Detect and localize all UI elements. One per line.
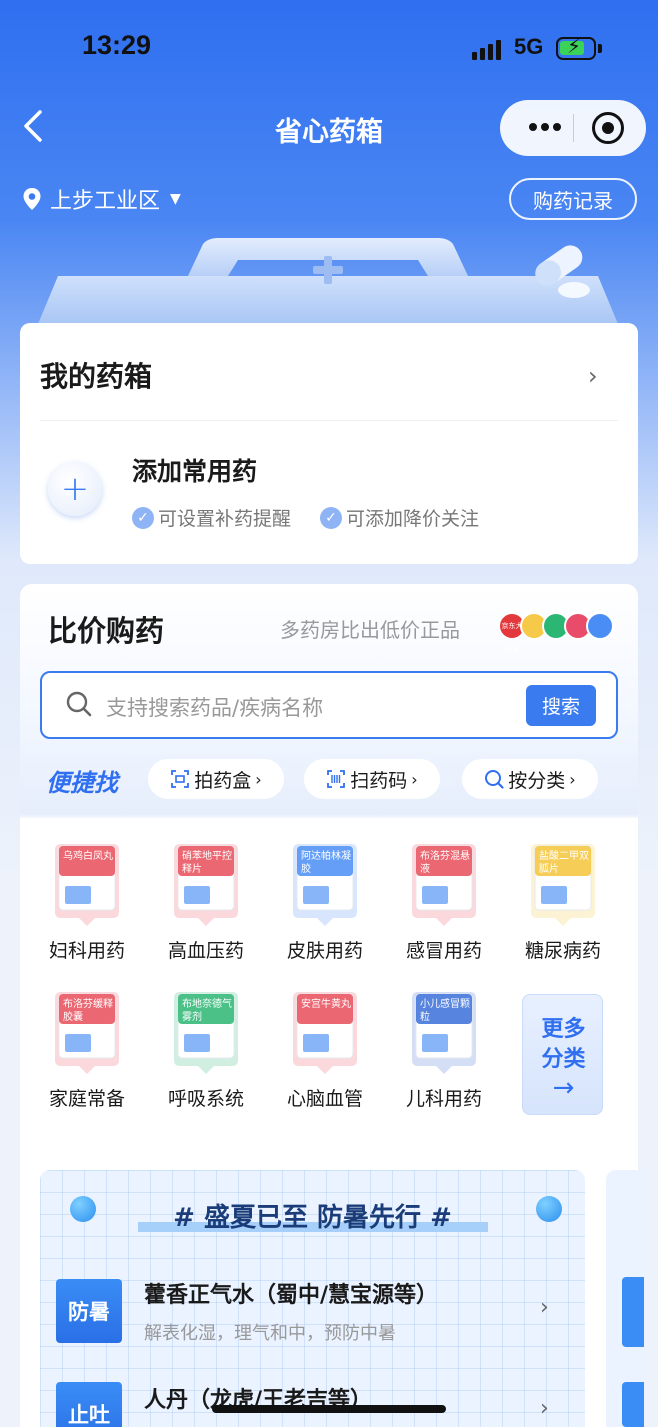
category-item[interactable]: 布洛芬缓释胶囊 家庭常备: [32, 990, 142, 1111]
chevron-right-icon[interactable]: ›: [588, 362, 598, 390]
category-item[interactable]: 盐酸二甲双胍片 糖尿病药: [508, 842, 618, 963]
pharmacy-logos: 京东大药房: [498, 612, 614, 654]
product-name: 藿香正气水（蜀中/慧宝源等）: [144, 1283, 439, 1308]
chevron-right-icon: ›: [540, 1295, 549, 1320]
more-categories-line1: 更多: [541, 1017, 586, 1042]
medicine-box-icon: 布地奈德气雾剂: [168, 990, 244, 1076]
chevron-right-icon: ›: [569, 769, 576, 789]
add-medicine-button[interactable]: +: [48, 462, 102, 516]
category-label: 皮肤用药: [286, 940, 363, 962]
search-placeholder: 支持搜索药品/疾病名称: [106, 696, 324, 720]
box-label: 小儿感冒颗粒: [420, 999, 470, 1023]
medicine-box-icon: 乌鸡白凤丸: [49, 842, 125, 928]
box-label: 阿达帕林凝胶: [301, 851, 351, 875]
search-button[interactable]: 搜索: [526, 685, 596, 726]
more-categories-line2: 分类: [541, 1047, 586, 1072]
more-categories-button[interactable]: 更多 分类 →: [522, 994, 603, 1115]
capsule-divider: [573, 114, 574, 142]
promo-title: # 盛夏已至 防暑先行 #: [173, 1203, 452, 1233]
battery-tip: [598, 44, 602, 53]
purchase-records-button[interactable]: 购药记录: [509, 178, 637, 220]
chevron-right-icon: ›: [255, 769, 262, 789]
category-label: 心脑血管: [286, 1088, 363, 1110]
box-label: 乌鸡白凤丸: [63, 851, 113, 862]
medicine-box-icon: 安宫牛黄丸: [287, 990, 363, 1076]
medicine-box-icon: 布洛芬缓释胶囊: [49, 990, 125, 1076]
medicine-box-icon: 布洛芬混悬液: [406, 842, 482, 928]
close-miniprogram-button[interactable]: [592, 112, 624, 144]
box-label: 安宫牛黄丸: [301, 999, 351, 1010]
category-item[interactable]: 小儿感冒颗粒 儿科用药: [389, 990, 499, 1111]
location-pin-icon: [23, 188, 41, 210]
divider: [40, 420, 618, 421]
category-label: 儿科用药: [405, 1088, 482, 1110]
miniprogram-capsule: [500, 100, 646, 156]
check-badge-icon: ✓: [320, 506, 342, 529]
price-compare-title: 比价购药: [48, 614, 165, 648]
quick-find-label: 便捷找: [46, 769, 118, 797]
price-compare-subtitle: 多药房比出低价正品: [280, 618, 460, 642]
category-label: 感冒用药: [405, 940, 482, 962]
category-label: 呼吸系统: [167, 1088, 244, 1110]
box-label: 布洛芬缓释胶囊: [63, 999, 113, 1023]
next-card-tag: [622, 1277, 644, 1347]
chevron-right-icon: ›: [540, 1396, 549, 1421]
feature-price-watch: ✓ 可添加降价关注: [320, 504, 479, 531]
category-label: 妇科用药: [48, 940, 125, 962]
category-label: 高血压药: [167, 940, 244, 962]
medicine-box-icon: 硝苯地平控释片: [168, 842, 244, 928]
search-icon: [66, 691, 92, 717]
category-item[interactable]: 布洛芬混悬液 感冒用药: [389, 842, 499, 963]
category-item[interactable]: 硝苯地平控释片 高血压药: [151, 842, 261, 963]
medicine-box-icon: 小儿感冒颗粒: [406, 990, 482, 1076]
feature-label: 可设置补药提醒: [158, 508, 292, 530]
category-item[interactable]: 安宫牛黄丸 心脑血管: [270, 990, 380, 1111]
check-badge-icon: ✓: [132, 506, 154, 529]
status-time: 13:29: [82, 30, 152, 60]
next-card-tag: [622, 1382, 644, 1427]
medicine-box-illustration: [38, 238, 618, 324]
barcode-icon: [327, 770, 346, 788]
box-label: 盐酸二甲双胍片: [539, 851, 589, 875]
battery-icon: ⚡: [556, 34, 596, 60]
promo-tag: 防暑: [56, 1279, 122, 1343]
category-label: 糖尿病药: [524, 940, 601, 962]
scan-code-chip[interactable]: 扫药码 ›: [304, 759, 440, 799]
my-box-title[interactable]: 我的药箱: [40, 355, 152, 395]
category-item[interactable]: 布地奈德气雾剂 呼吸系统: [151, 990, 261, 1111]
location-name: 上步工业区: [50, 189, 161, 214]
category-item[interactable]: 乌鸡白凤丸 妇科用药: [32, 842, 142, 963]
more-menu-button[interactable]: [520, 104, 570, 150]
box-label: 布地奈德气雾剂: [182, 999, 232, 1023]
chip-label: 按分类: [508, 769, 566, 792]
feature-label: 可添加降价关注: [346, 508, 480, 530]
promo-tag: 止吐: [56, 1382, 122, 1427]
plus-icon: +: [60, 469, 90, 509]
chip-label: 拍药盒: [194, 769, 252, 792]
chevron-right-icon: ›: [411, 769, 418, 789]
caret-down-icon: ▼: [170, 191, 181, 207]
box-label: 布洛芬混悬液: [420, 851, 470, 875]
product-desc: 解表化湿，理气和中，预防中暑: [144, 1323, 396, 1344]
category-item[interactable]: 阿达帕林凝胶 皮肤用药: [270, 842, 380, 963]
network-label: 5G: [514, 34, 544, 59]
signal-icon: [472, 38, 501, 60]
camera-scan-icon: [171, 770, 190, 788]
medicine-box-icon: 盐酸二甲双胍片: [525, 842, 601, 928]
category-label: 家庭常备: [48, 1088, 125, 1110]
arrow-right-icon: →: [552, 1073, 575, 1103]
add-medicine-title[interactable]: 添加常用药: [132, 452, 257, 488]
photo-box-chip[interactable]: 拍药盒 ›: [148, 759, 284, 799]
home-indicator: [212, 1405, 446, 1413]
search-icon: [485, 770, 504, 789]
by-category-chip[interactable]: 按分类 ›: [462, 759, 598, 799]
promo-item[interactable]: 防暑 藿香正气水（蜀中/慧宝源等） 解表化湿，理气和中，预防中暑 ›: [56, 1277, 566, 1347]
location-selector[interactable]: 上步工业区 ▼: [22, 183, 181, 215]
feature-refill-reminder: ✓ 可设置补药提醒: [132, 504, 291, 531]
pharmacy-logo: [586, 612, 614, 640]
medicine-box-icon: 阿达帕林凝胶: [287, 842, 363, 928]
box-label: 硝苯地平控释片: [182, 851, 232, 875]
chip-label: 扫药码: [350, 769, 408, 792]
